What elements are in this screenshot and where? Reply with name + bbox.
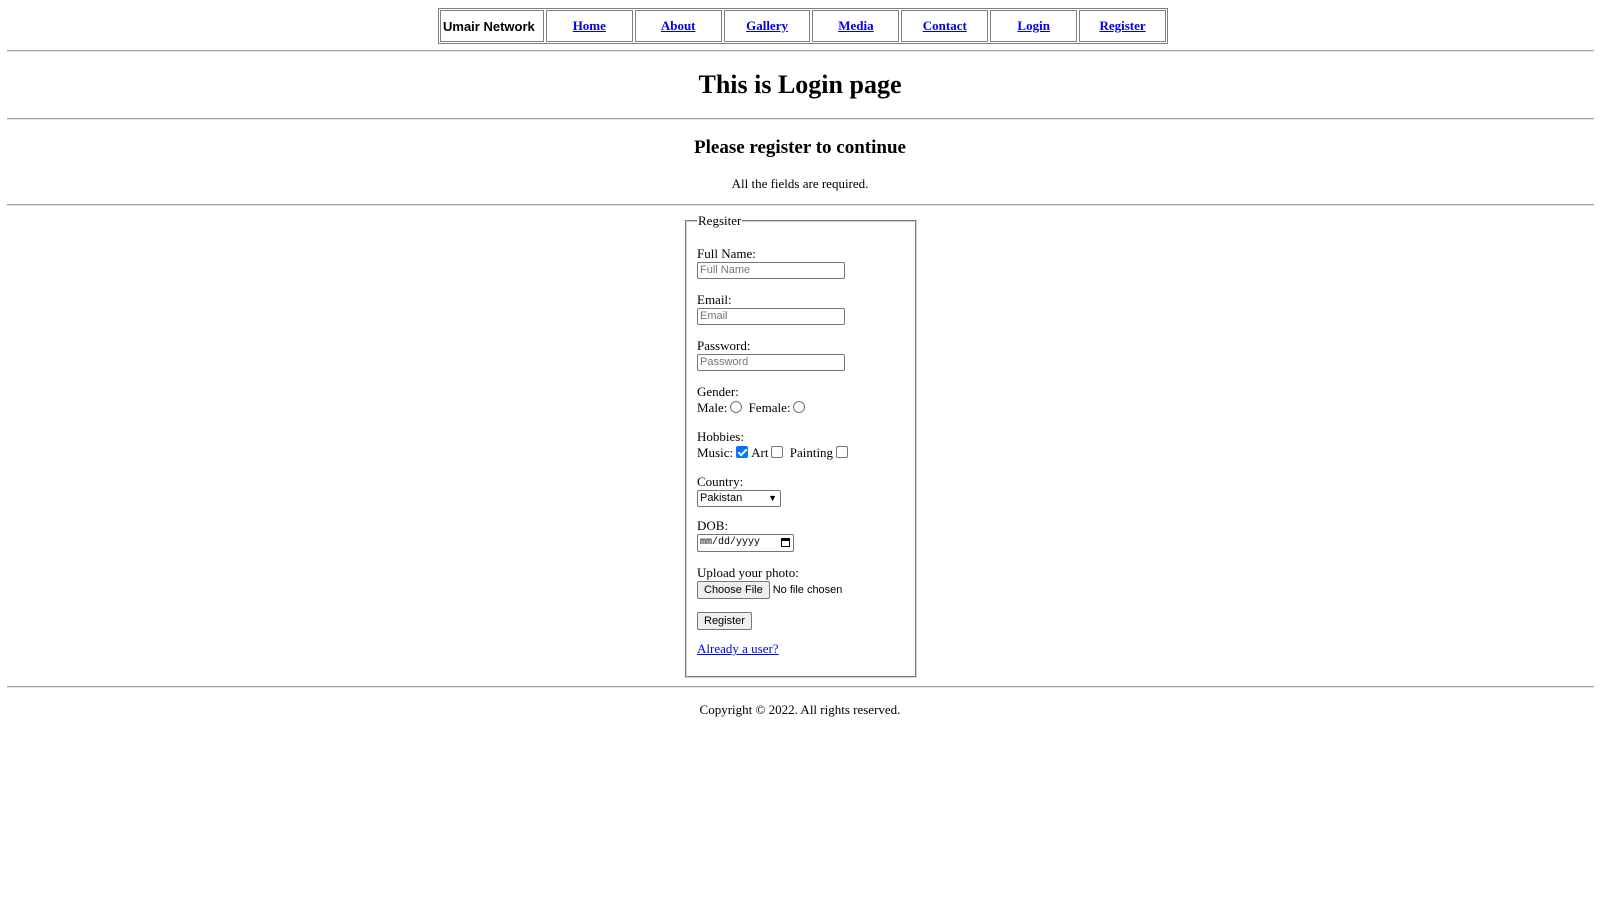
nav-link-home[interactable]: Home [573, 18, 606, 34]
gender-male-radio[interactable] [730, 401, 743, 414]
calendar-icon[interactable] [781, 538, 790, 547]
required-note: All the fields are required. [731, 176, 869, 191]
nav-cell-media: Media [812, 10, 900, 42]
file-status: No file chosen [772, 584, 843, 596]
email-label: Email: [697, 292, 732, 307]
hobby-painting-checkbox[interactable] [836, 446, 849, 459]
register-fieldset: Regsiter Full Name: Full Name Email: Ema… [685, 213, 917, 678]
dob-label: DOB: [697, 518, 729, 533]
file-input: Choose File No file chosen [697, 581, 842, 599]
hobby-art-checkbox[interactable] [771, 446, 784, 459]
dob-placeholder: mm/dd/yyyy [700, 537, 761, 548]
fieldset-legend: Regsiter [697, 213, 743, 229]
nav-cell-gallery: Gallery [723, 10, 811, 42]
password-label: Password: [697, 338, 751, 353]
nav-link-media[interactable]: Media [838, 18, 873, 34]
nav-link-gallery[interactable]: Gallery [746, 18, 788, 34]
gender-row: Male: Female: [697, 400, 808, 416]
nav-cell-about: About [634, 10, 722, 42]
gender-female-label: Female: [748, 400, 791, 415]
full-name-input[interactable]: Full Name [697, 262, 845, 279]
nav-cell-register: Register [1079, 10, 1166, 42]
nav-table: Umair Network Home About Gallery Media C… [438, 8, 1168, 44]
hobby-art-label: Art [751, 445, 769, 460]
country-label: Country: [697, 474, 744, 489]
page-title: This is Login page [698, 70, 902, 99]
divider [7, 686, 1594, 688]
nav-link-about[interactable]: About [661, 18, 696, 34]
nav-link-register[interactable]: Register [1099, 18, 1145, 34]
full-name-label: Full Name: [697, 246, 756, 261]
already-user-link[interactable]: Already a user? [697, 641, 779, 656]
divider [7, 204, 1594, 206]
divider [7, 118, 1594, 120]
submit-row: Register [697, 612, 752, 630]
photo-label: Upload your photo: [697, 565, 799, 580]
hobby-music-checkbox[interactable] [736, 446, 749, 459]
hobby-music-label: Music: [697, 445, 734, 460]
register-submit-button[interactable]: Register [697, 612, 752, 630]
already-user-row: Already a user? [697, 641, 779, 657]
nav-link-contact[interactable]: Contact [923, 18, 967, 34]
divider [7, 50, 1594, 52]
dob-input[interactable]: mm/dd/yyyy [697, 534, 794, 552]
nav-cell-home: Home [545, 10, 633, 42]
brand-cell: Umair Network [440, 10, 544, 42]
brand-name: Umair Network [443, 18, 535, 34]
gender-female-radio[interactable] [793, 401, 806, 414]
password-input[interactable]: Password [697, 354, 845, 371]
country-selected: Pakistan [700, 492, 743, 504]
nav-cell-login: Login [990, 10, 1078, 42]
chevron-down-icon: ▼ [768, 493, 777, 503]
hobbies-label: Hobbies: [697, 429, 744, 444]
gender-male-label: Male: [697, 400, 728, 415]
nav-link-login[interactable]: Login [1017, 18, 1050, 34]
choose-file-button[interactable]: Choose File [697, 581, 770, 599]
email-input[interactable]: Email [697, 308, 845, 325]
footer-copyright: Copyright © 2022. All rights reserved. [699, 702, 901, 717]
hobbies-row: Music: Art Painting [697, 445, 851, 461]
hobby-painting-label: Painting [789, 445, 834, 460]
gender-label: Gender: [697, 384, 739, 399]
country-select[interactable]: Pakistan ▼ [697, 490, 781, 507]
nav-cell-contact: Contact [901, 10, 989, 42]
page-subtitle: Please register to continue [694, 137, 906, 158]
